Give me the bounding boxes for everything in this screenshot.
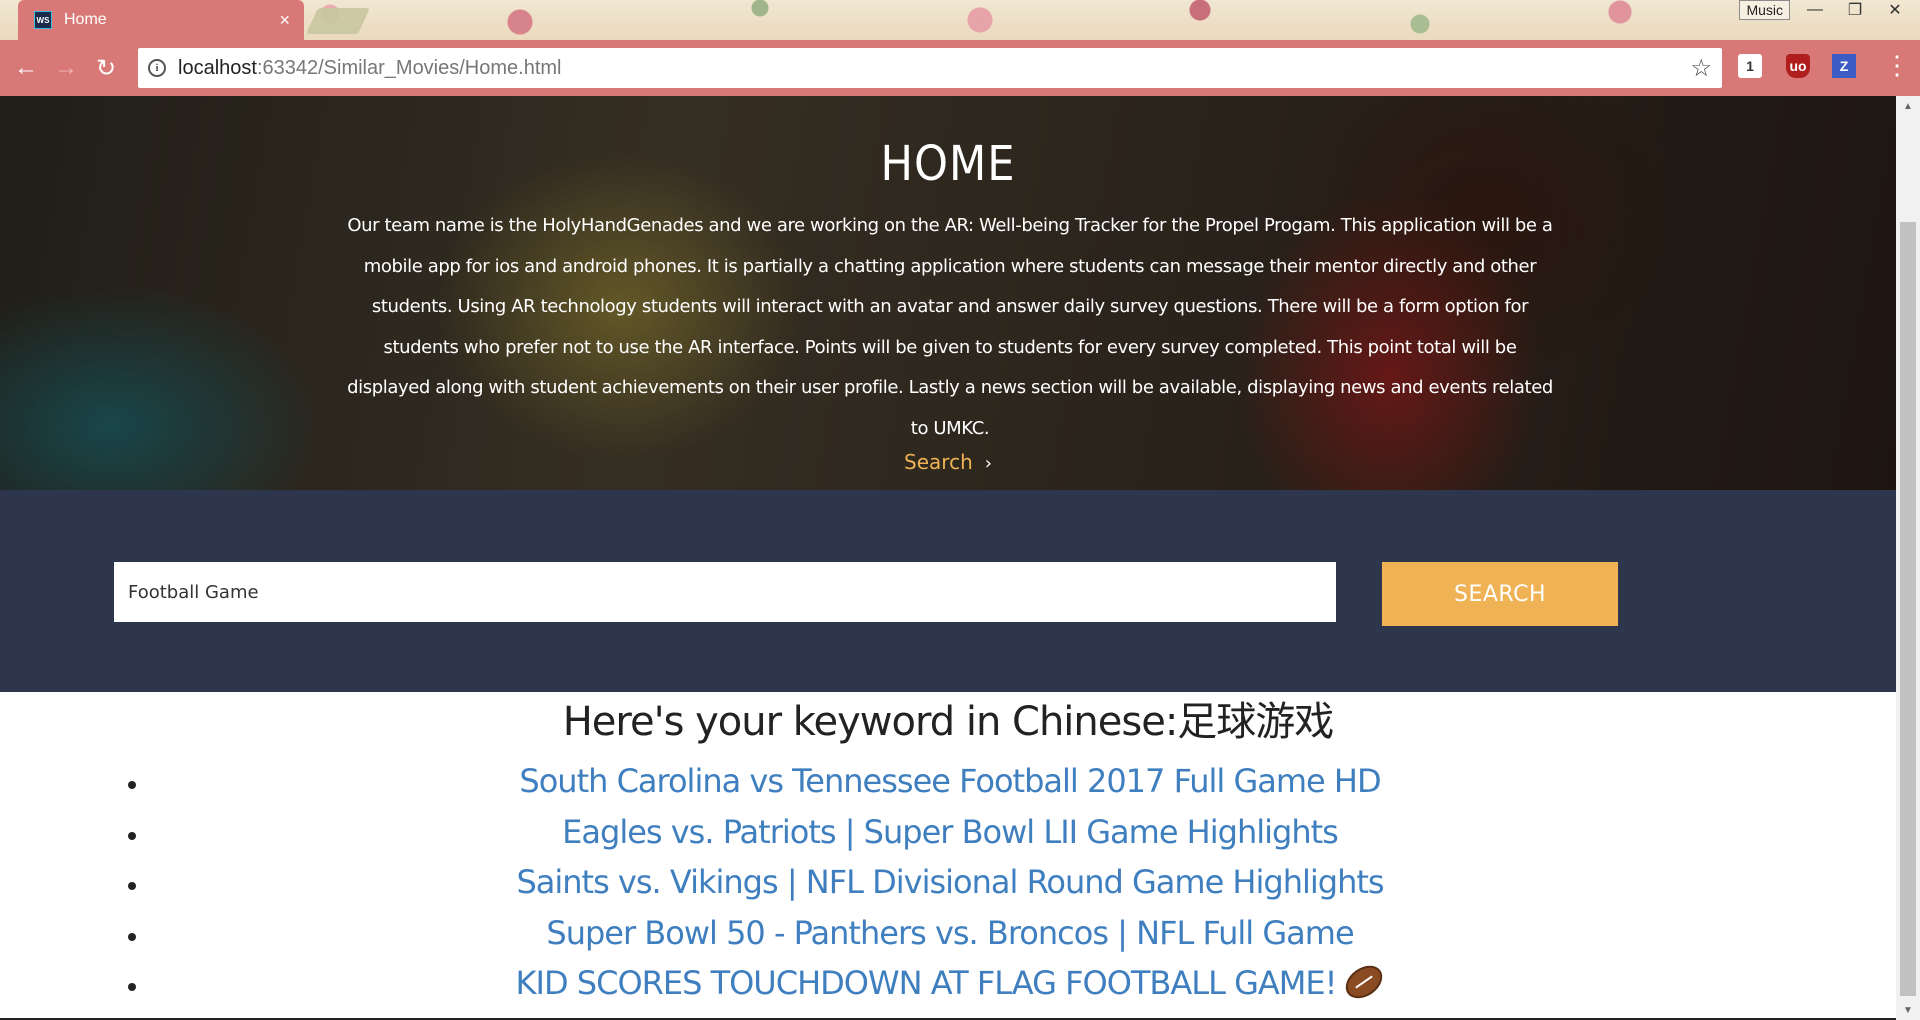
video-link[interactable]: KID SCORES TOUCHDOWN AT FLAG FOOTBALL GA… [516,964,1338,1002]
page-title: HOME [880,136,1016,192]
browser-menu-icon[interactable]: ⋮ [1884,52,1910,78]
vertical-scrollbar[interactable]: ▲ ▼ [1896,96,1920,1020]
video-link[interactable]: South Carolina vs Tennessee Football 201… [519,762,1381,800]
list-item: Saints vs. Vikings | NFL Divisional Roun… [150,857,1750,908]
profile-button[interactable]: Music [1739,0,1790,20]
tab-title: Home [64,11,107,28]
list-item: South Carolina vs Tennessee Football 201… [150,756,1750,807]
search-link-label: Search [904,450,973,474]
reload-icon[interactable]: ↻ [86,48,126,88]
video-link[interactable]: Super Bowl 50 - Panthers vs. Broncos | N… [546,914,1354,952]
chevron-right-icon: › [984,453,992,474]
url-text[interactable]: localhost:63342/Similar_Movies/Home.html [178,57,1690,80]
hero-description: Our team name is the HolyHandGenades and… [347,215,1553,439]
video-link[interactable]: Eagles vs. Patriots | Super Bowl LII Gam… [562,813,1339,851]
tab-close-icon[interactable]: × [279,10,290,31]
address-bar[interactable]: i localhost:63342/Similar_Movies/Home.ht… [138,48,1722,88]
video-results-list: South Carolina vs Tennessee Football 201… [150,756,1750,1009]
webstorm-favicon-icon: WS [34,11,52,29]
translated-keyword-heading: Here's your keyword in Chinese:足球游戏 [562,699,1335,745]
scroll-up-arrow-icon[interactable]: ▲ [1896,96,1920,116]
list-item: Eagles vs. Patriots | Super Bowl LII Gam… [150,807,1750,858]
zotero-icon[interactable]: Z [1832,54,1856,78]
ublock-origin-icon[interactable]: uo [1786,54,1810,78]
forward-arrow-icon[interactable]: → [46,48,86,88]
extension-1-icon[interactable]: 1 [1738,54,1762,78]
list-item: KID SCORES TOUCHDOWN AT FLAG FOOTBALL GA… [150,958,1750,1009]
restore-icon[interactable]: ❐ [1840,0,1870,20]
list-item: Super Bowl 50 - Panthers vs. Broncos | N… [150,908,1750,959]
new-tab-button[interactable] [305,8,371,34]
scroll-down-arrow-icon[interactable]: ▼ [1896,1000,1920,1020]
url-host: localhost [178,56,257,79]
search-section: SEARCH [0,490,1896,692]
page-viewport: HOME Our team name is the HolyHandGenade… [0,96,1896,1020]
browser-tab-home[interactable]: WS Home × [18,0,304,40]
minimize-icon[interactable]: — [1800,0,1830,20]
window-controls: Music — ❐ ✕ [1739,0,1910,20]
browser-titlebar: WS Home × Music — ❐ ✕ [0,0,1920,40]
scrollbar-thumb[interactable] [1900,222,1916,996]
back-arrow-icon[interactable]: ← [6,48,46,88]
search-input[interactable] [114,562,1336,622]
browser-toolbar: ← → ↻ i localhost:63342/Similar_Movies/H… [0,40,1920,96]
url-path: :63342/Similar_Movies/Home.html [256,56,562,79]
search-button[interactable]: SEARCH [1382,562,1618,626]
hero-section: HOME Our team name is the HolyHandGenade… [0,96,1896,490]
search-link[interactable]: Search › [0,450,1896,474]
video-link[interactable]: Saints vs. Vikings | NFL Divisional Roun… [516,863,1384,901]
info-icon[interactable]: i [148,59,166,77]
football-icon [1340,959,1389,1005]
bookmark-star-icon[interactable]: ☆ [1690,54,1712,83]
close-window-icon[interactable]: ✕ [1880,0,1910,20]
